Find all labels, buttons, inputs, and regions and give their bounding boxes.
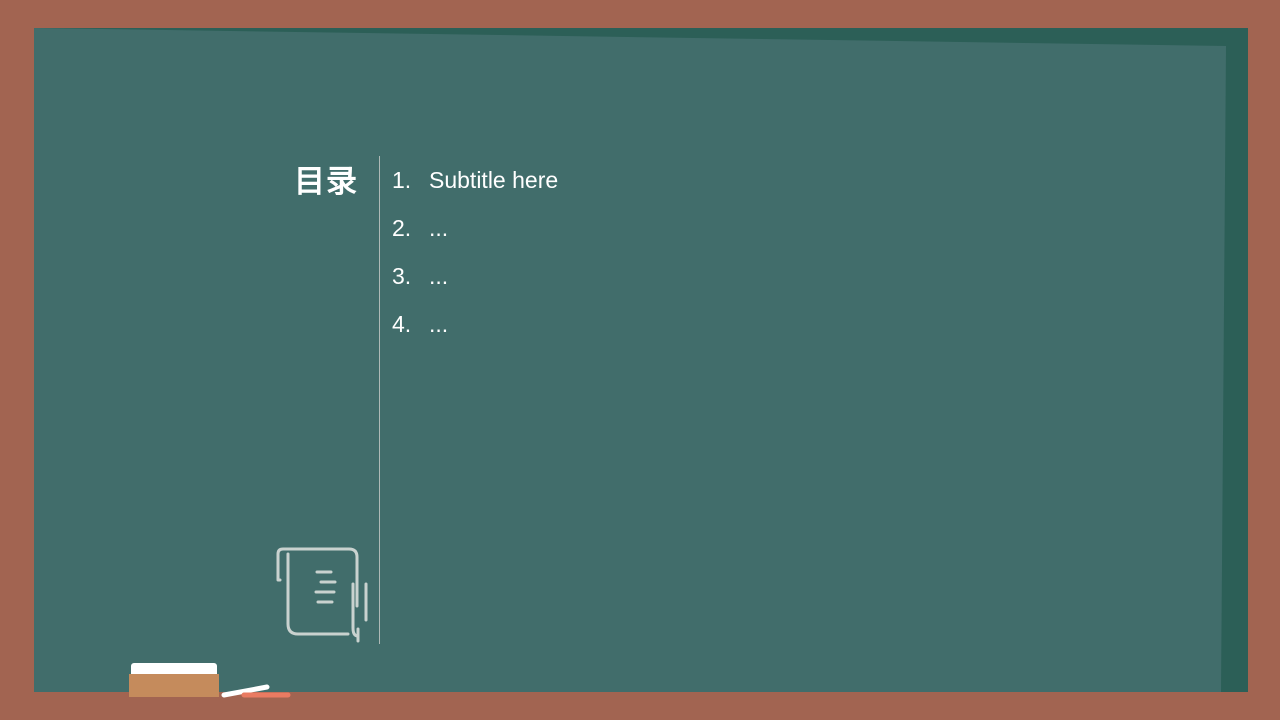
slide: 目录 1. Subtitle here 2.... 3.... 4.... (0, 0, 1280, 720)
table-of-contents: 1. Subtitle here 2.... 3.... 4.... (392, 164, 558, 356)
scroll-document-icon (276, 547, 368, 643)
toc-item[interactable]: 2.... (392, 212, 558, 260)
chalkboard-eraser-icon (129, 663, 219, 697)
toc-item-number: 2. (392, 215, 412, 241)
page-title: 目录 (294, 164, 358, 199)
toc-item-text: Subtitle here (429, 167, 559, 193)
toc-item-text: ... (429, 263, 449, 289)
toc-item-number: 1. (392, 167, 412, 193)
chalkboard (34, 28, 1226, 692)
toc-item[interactable]: 1. Subtitle here (392, 164, 558, 212)
toc-item-text: ... (429, 215, 449, 241)
chalk-sticks-icon (221, 684, 291, 698)
toc-item-number: 3. (392, 263, 412, 289)
toc-item-number: 4. (392, 311, 412, 337)
toc-item-text: ... (429, 311, 449, 337)
toc-item[interactable]: 4.... (392, 308, 558, 356)
vertical-divider (379, 156, 380, 644)
toc-item[interactable]: 3.... (392, 260, 558, 308)
